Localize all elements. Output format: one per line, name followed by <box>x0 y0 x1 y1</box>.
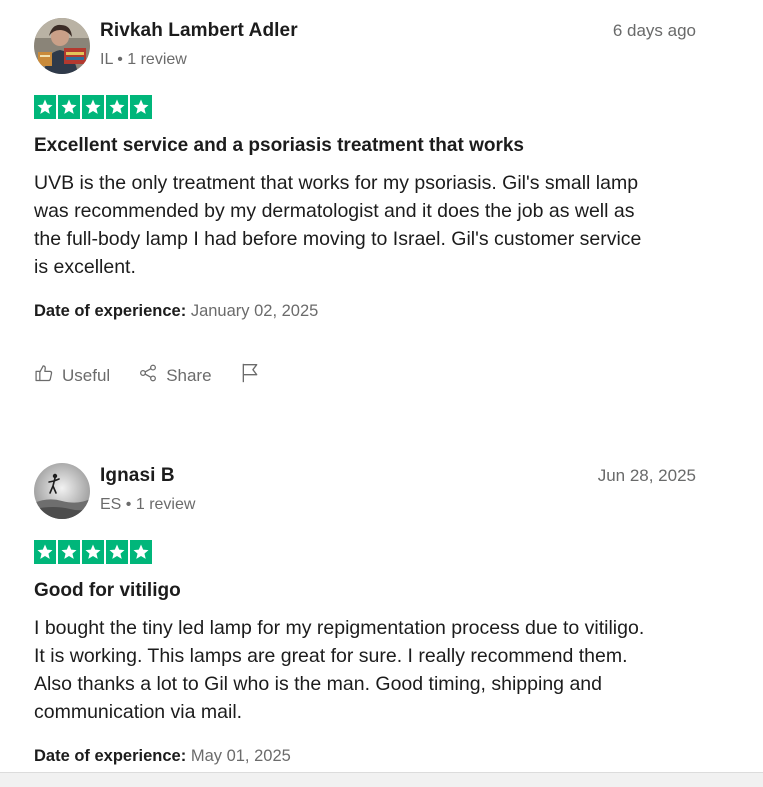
star-icon <box>130 540 152 564</box>
review-body-line: It is working. This lamps are great for … <box>34 645 628 667</box>
star-icon <box>106 540 128 564</box>
reviewer-name[interactable]: Rivkah Lambert Adler <box>100 20 298 42</box>
review-date: Jun 28, 2025 <box>597 466 696 485</box>
share-label: Share <box>166 365 212 385</box>
experience-label: Date of experience: <box>34 302 187 320</box>
avatar[interactable] <box>34 18 90 74</box>
review-body-line: is excellent. <box>34 256 136 278</box>
review-title[interactable]: Good for vitiligo <box>34 580 181 602</box>
reviewer-meta: IL • 1 review <box>100 51 187 69</box>
star-icon <box>34 540 56 564</box>
date-of-experience: Date of experience: May 01, 2025 <box>34 747 291 766</box>
star-rating <box>34 540 152 564</box>
review-title[interactable]: Excellent service and a psoriasis treatm… <box>34 135 524 157</box>
avatar[interactable] <box>34 463 90 519</box>
experience-label: Date of experience: <box>34 747 187 765</box>
share-icon <box>138 363 158 388</box>
flag-icon <box>240 362 260 389</box>
review-body-line: UVB is the only treatment that works for… <box>34 172 639 194</box>
thumbs-up-icon <box>34 363 54 388</box>
experience-date: January 02, 2025 <box>190 302 319 320</box>
reviewer-name[interactable]: Ignasi B <box>100 465 175 487</box>
review-body: UVB is the only treatment that works for… <box>34 169 694 281</box>
star-icon <box>58 540 80 564</box>
review-body-line: was recommended by my dermatologist and … <box>34 200 635 222</box>
review-body-line: the full-body lamp I had before moving t… <box>34 228 642 250</box>
share-button[interactable]: Share <box>138 363 212 388</box>
review-body-line: I bought the tiny led lamp for my repigm… <box>34 617 645 639</box>
review-body-line: Also thanks a lot to Gil who is the man.… <box>34 673 602 695</box>
star-icon <box>34 95 56 119</box>
experience-date: May 01, 2025 <box>190 747 291 765</box>
review-body-line: communication via mail. <box>34 701 243 723</box>
useful-button[interactable]: Useful <box>34 363 110 388</box>
review-actions: Useful Share <box>34 362 260 389</box>
reviewer-review-count[interactable]: 1 review <box>127 51 187 68</box>
reviewer-country: ES <box>100 496 122 513</box>
useful-label: Useful <box>62 365 111 385</box>
horizontal-scrollbar[interactable] <box>0 772 763 787</box>
star-icon <box>82 540 104 564</box>
meta-separator: • <box>125 496 136 513</box>
star-icon <box>82 95 104 119</box>
star-icon <box>58 95 80 119</box>
date-of-experience: Date of experience: January 02, 2025 <box>34 302 318 321</box>
reviewer-review-count[interactable]: 1 review <box>136 496 196 513</box>
review-body: I bought the tiny led lamp for my repigm… <box>34 614 694 726</box>
meta-separator: • <box>117 51 128 68</box>
star-icon <box>130 95 152 119</box>
star-rating <box>34 95 152 119</box>
review-date: 6 days ago <box>612 21 696 40</box>
star-icon <box>106 95 128 119</box>
reviewer-meta: ES • 1 review <box>100 496 195 514</box>
report-button[interactable] <box>240 362 260 389</box>
reviewer-country: IL <box>100 51 113 68</box>
